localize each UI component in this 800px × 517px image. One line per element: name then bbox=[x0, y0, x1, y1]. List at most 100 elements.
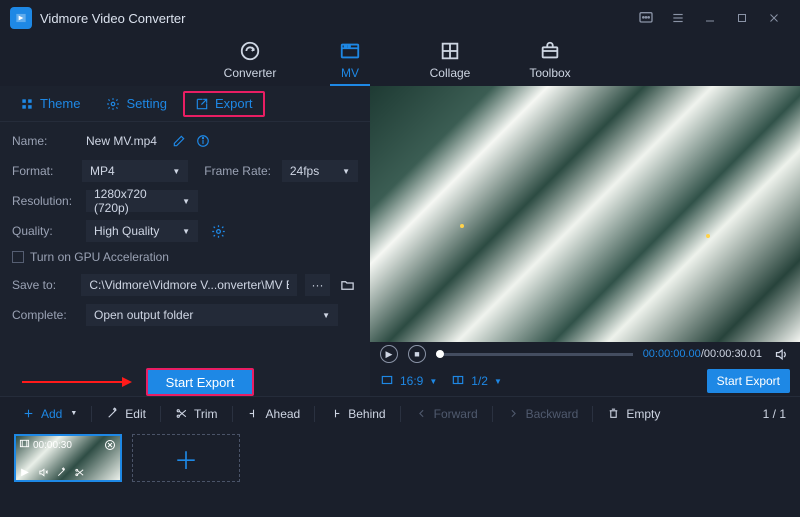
open-folder-icon[interactable] bbox=[338, 274, 358, 296]
titlebar: Vidmore Video Converter bbox=[0, 0, 800, 36]
clip-remove-icon[interactable] bbox=[103, 438, 117, 452]
resolution-label: Resolution: bbox=[12, 194, 78, 208]
film-icon bbox=[19, 438, 30, 452]
preview-subcontrols: 16:9 ▼ 1/2 ▼ Start Export bbox=[370, 366, 800, 396]
clip-thumbnail[interactable]: 00:00:30 ▶ bbox=[14, 434, 122, 482]
clip-mute-icon[interactable] bbox=[37, 466, 49, 478]
complete-value: Open output folder bbox=[94, 308, 193, 322]
chevron-down-icon: ▼ bbox=[494, 377, 502, 386]
split-value: 1/2 bbox=[471, 374, 488, 388]
feedback-icon[interactable] bbox=[630, 2, 662, 34]
aspect-icon bbox=[380, 373, 394, 390]
mv-sub-tabs: Theme Setting Export bbox=[0, 86, 370, 122]
close-icon[interactable] bbox=[758, 2, 790, 34]
behind-icon bbox=[329, 407, 342, 420]
mini-start-export-button[interactable]: Start Export bbox=[707, 369, 790, 393]
behind-label: Behind bbox=[348, 407, 385, 421]
gear-icon bbox=[106, 97, 120, 111]
backward-label: Backward bbox=[526, 407, 579, 421]
nav-converter-label: Converter bbox=[224, 66, 277, 80]
clip-tray: 00:00:30 ▶ ＋ bbox=[0, 430, 800, 486]
chevron-down-icon: ▼ bbox=[182, 227, 190, 236]
framerate-dropdown[interactable]: 24fps ▼ bbox=[282, 160, 358, 182]
quality-value: High Quality bbox=[94, 224, 159, 238]
framerate-label: Frame Rate: bbox=[204, 164, 274, 178]
mv-left-panel: Theme Setting Export Name: New MV.mp4 bbox=[0, 86, 370, 396]
menu-icon[interactable] bbox=[662, 2, 694, 34]
empty-button[interactable]: Empty bbox=[599, 402, 668, 426]
nav-toolbox-label: Toolbox bbox=[529, 66, 570, 80]
split-dropdown[interactable]: 1/2 ▼ bbox=[451, 373, 502, 390]
chevron-left-icon bbox=[415, 407, 428, 420]
gpu-checkbox-row[interactable]: Turn on GPU Acceleration bbox=[12, 250, 358, 264]
player-controls: ▶ ■ 00:00:00.00/00:00:30.01 bbox=[370, 342, 800, 366]
quality-settings-icon[interactable] bbox=[210, 223, 226, 239]
chevron-down-icon: ▼ bbox=[429, 377, 437, 386]
stop-button[interactable]: ■ bbox=[408, 345, 426, 363]
trim-label: Trim bbox=[194, 407, 218, 421]
empty-label: Empty bbox=[626, 407, 660, 421]
format-label: Format: bbox=[12, 164, 74, 178]
plus-icon bbox=[22, 407, 35, 420]
progress-bar[interactable] bbox=[436, 353, 633, 356]
backward-button[interactable]: Backward bbox=[499, 402, 587, 426]
nav-converter[interactable]: Converter bbox=[220, 40, 280, 86]
page-indicator: 1 / 1 bbox=[763, 407, 786, 421]
name-value: New MV.mp4 bbox=[86, 134, 157, 148]
chevron-down-icon: ▼ bbox=[322, 311, 330, 320]
framerate-value: 24fps bbox=[290, 164, 319, 178]
forward-button[interactable]: Forward bbox=[407, 402, 486, 426]
info-icon[interactable] bbox=[195, 133, 211, 149]
behind-button[interactable]: Behind bbox=[321, 402, 393, 426]
clip-edit-icon[interactable] bbox=[55, 466, 67, 478]
subtab-theme[interactable]: Theme bbox=[10, 91, 90, 117]
edit-label: Edit bbox=[125, 407, 146, 421]
edit-name-icon[interactable] bbox=[171, 133, 187, 149]
chevron-down-icon: ▼ bbox=[70, 410, 77, 417]
trim-button[interactable]: Trim bbox=[167, 402, 226, 426]
chevron-down-icon: ▼ bbox=[172, 167, 180, 176]
time-display: 00:00:00.00/00:00:30.01 bbox=[643, 348, 762, 360]
ahead-label: Ahead bbox=[266, 407, 301, 421]
volume-icon[interactable] bbox=[772, 345, 790, 363]
resolution-dropdown[interactable]: 1280x720 (720p)▼ bbox=[86, 190, 198, 212]
app-logo bbox=[10, 7, 32, 29]
minimize-icon[interactable] bbox=[694, 2, 726, 34]
wand-icon bbox=[106, 407, 119, 420]
aspect-dropdown[interactable]: 16:9 ▼ bbox=[380, 373, 437, 390]
app-title: Vidmore Video Converter bbox=[40, 11, 186, 26]
complete-dropdown[interactable]: Open output folder ▼ bbox=[86, 304, 338, 326]
add-clip-button[interactable]: ＋ bbox=[132, 434, 240, 482]
clip-duration-badge: 00:00:30 bbox=[19, 438, 72, 452]
saveto-label: Save to: bbox=[12, 278, 73, 292]
chevron-down-icon: ▼ bbox=[182, 197, 190, 206]
chevron-down-icon: ▼ bbox=[342, 167, 350, 176]
saveto-path[interactable]: C:\Vidmore\Vidmore V...onverter\MV Expor… bbox=[81, 274, 297, 296]
preview-panel: ▶ ■ 00:00:00.00/00:00:30.01 16:9 ▼ 1/2 ▼… bbox=[370, 86, 800, 396]
play-button[interactable]: ▶ bbox=[380, 345, 398, 363]
browse-button[interactable]: ··· bbox=[305, 274, 329, 296]
nav-collage[interactable]: Collage bbox=[420, 40, 480, 86]
quality-dropdown[interactable]: High Quality ▼ bbox=[86, 220, 198, 242]
preview-area[interactable] bbox=[370, 86, 800, 342]
nav-mv[interactable]: MV bbox=[320, 40, 380, 86]
subtab-export[interactable]: Export bbox=[183, 91, 265, 117]
clip-play-icon[interactable]: ▶ bbox=[19, 466, 31, 478]
add-button[interactable]: Add ▼ bbox=[14, 402, 85, 426]
complete-label: Complete: bbox=[12, 308, 78, 322]
nav-toolbox[interactable]: Toolbox bbox=[520, 40, 580, 86]
playhead-icon bbox=[436, 350, 444, 358]
subtab-theme-label: Theme bbox=[40, 96, 80, 111]
chevron-right-icon bbox=[507, 407, 520, 420]
subtab-export-label: Export bbox=[215, 96, 253, 111]
ahead-button[interactable]: Ahead bbox=[239, 402, 309, 426]
format-dropdown[interactable]: MP4▼ bbox=[82, 160, 188, 182]
clip-toolbar: Add ▼ Edit Trim Ahead Behind Forward Bac… bbox=[0, 396, 800, 430]
theme-icon bbox=[20, 97, 34, 111]
clip-trim-icon[interactable] bbox=[73, 466, 85, 478]
start-export-button[interactable]: Start Export bbox=[146, 368, 254, 396]
subtab-setting[interactable]: Setting bbox=[96, 91, 176, 117]
maximize-icon[interactable] bbox=[726, 2, 758, 34]
marker-icon bbox=[706, 234, 710, 238]
edit-button[interactable]: Edit bbox=[98, 402, 154, 426]
